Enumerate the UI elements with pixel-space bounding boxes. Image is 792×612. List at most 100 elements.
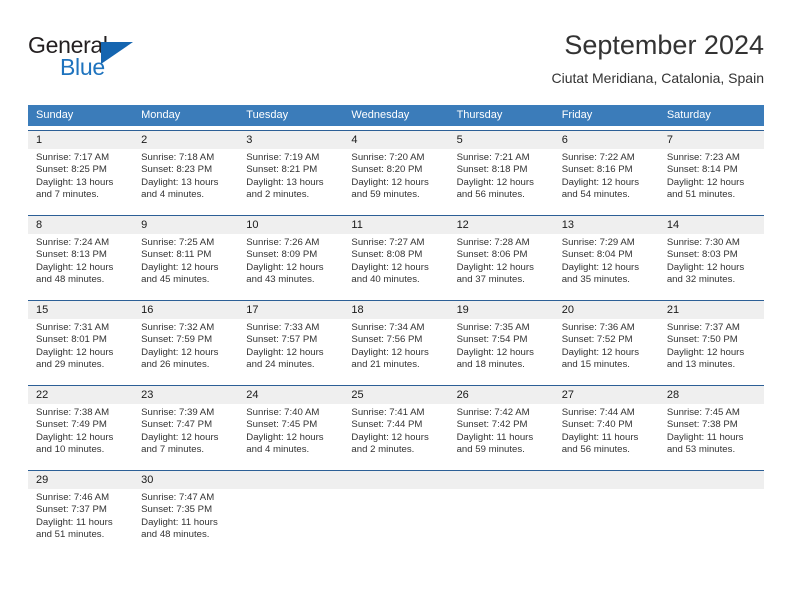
week-detail-band: Sunrise: 7:17 AM Sunset: 8:25 PM Dayligh… [28,149,764,211]
day-cell[interactable]: Sunrise: 7:35 AM Sunset: 7:54 PM Dayligh… [449,319,554,381]
day-cell[interactable]: Sunrise: 7:46 AM Sunset: 7:37 PM Dayligh… [28,489,133,551]
day-number[interactable]: 29 [28,471,133,489]
weekday-header-wednesday: Wednesday [351,109,410,121]
day-cell[interactable]: Sunrise: 7:34 AM Sunset: 7:56 PM Dayligh… [343,319,448,381]
week-row: 22 23 24 25 26 27 28 Sunrise: 7:38 AM Su… [28,385,764,466]
day-number[interactable]: 17 [238,301,343,319]
day-number[interactable]: 16 [133,301,238,319]
day-cell[interactable]: Sunrise: 7:28 AM Sunset: 8:06 PM Dayligh… [449,234,554,296]
day-number[interactable]: 22 [28,386,133,404]
daylight-text: Daylight: 12 hours and 43 minutes. [246,261,324,286]
day-number[interactable]: 12 [449,216,554,234]
daylight-text: Daylight: 12 hours and 7 minutes. [141,431,219,456]
day-number[interactable]: 15 [28,301,133,319]
day-number[interactable]: 19 [449,301,554,319]
day-number[interactable]: 23 [133,386,238,404]
day-number[interactable]: 26 [449,386,554,404]
day-cell[interactable]: Sunrise: 7:17 AM Sunset: 8:25 PM Dayligh… [28,149,133,211]
weekday-header-thursday: Thursday [456,109,503,121]
daylight-text: Daylight: 12 hours and 45 minutes. [141,261,219,286]
week-daynumber-band: 29 30 [28,471,764,489]
day-cell[interactable]: Sunrise: 7:38 AM Sunset: 7:49 PM Dayligh… [28,404,133,466]
day-number[interactable]: 5 [449,131,554,149]
sunset-text: Sunset: 8:20 PM [351,164,423,176]
day-cell[interactable]: Sunrise: 7:29 AM Sunset: 8:04 PM Dayligh… [554,234,659,296]
sunset-text: Sunset: 7:37 PM [36,504,107,516]
day-cell[interactable]: Sunrise: 7:22 AM Sunset: 8:16 PM Dayligh… [554,149,659,211]
day-number[interactable]: 11 [343,216,448,234]
day-number[interactable]: 10 [238,216,343,234]
day-cell[interactable]: Sunrise: 7:23 AM Sunset: 8:14 PM Dayligh… [659,149,764,211]
day-cell[interactable]: Sunrise: 7:31 AM Sunset: 8:01 PM Dayligh… [28,319,133,381]
day-cell[interactable]: Sunrise: 7:19 AM Sunset: 8:21 PM Dayligh… [238,149,343,211]
day-cell[interactable]: Sunrise: 7:40 AM Sunset: 7:45 PM Dayligh… [238,404,343,466]
week-daynumber-band: 8 9 10 11 12 13 14 [28,216,764,234]
sunset-text: Sunset: 7:49 PM [36,419,107,431]
day-cell[interactable]: Sunrise: 7:37 AM Sunset: 7:50 PM Dayligh… [659,319,764,381]
day-number[interactable]: 8 [28,216,133,234]
day-number[interactable]: 14 [659,216,764,234]
sunset-text: Sunset: 7:40 PM [561,419,633,431]
day-number[interactable]: 28 [659,386,764,404]
sunrise-text: Sunrise: 7:17 AM [36,152,110,163]
day-cell[interactable]: Sunrise: 7:25 AM Sunset: 8:11 PM Dayligh… [133,234,238,296]
day-number[interactable]: 24 [238,386,343,404]
page-title: September 2024 [564,30,764,60]
weekday-header-friday: Friday [561,109,593,121]
blue-triangle-icon [101,42,133,64]
day-number[interactable]: 20 [554,301,659,319]
sunset-text: Sunset: 8:11 PM [141,249,212,261]
sunset-text: Sunset: 8:21 PM [246,164,318,176]
day-cell[interactable]: Sunrise: 7:39 AM Sunset: 7:47 PM Dayligh… [133,404,238,466]
daylight-text: Daylight: 11 hours and 51 minutes. [36,516,113,541]
sunrise-text: Sunrise: 7:30 AM [666,237,740,248]
sunrise-text: Sunrise: 7:46 AM [36,492,110,503]
day-number[interactable]: 1 [28,131,133,149]
day-number[interactable]: 25 [343,386,448,404]
day-cell-empty [659,489,764,551]
day-number[interactable]: 21 [659,301,764,319]
day-cell[interactable]: Sunrise: 7:44 AM Sunset: 7:40 PM Dayligh… [554,404,659,466]
day-cell[interactable]: Sunrise: 7:36 AM Sunset: 7:52 PM Dayligh… [554,319,659,381]
day-cell[interactable]: Sunrise: 7:47 AM Sunset: 7:35 PM Dayligh… [133,489,238,551]
day-cell[interactable]: Sunrise: 7:41 AM Sunset: 7:44 PM Dayligh… [343,404,448,466]
day-cell[interactable]: Sunrise: 7:26 AM Sunset: 8:09 PM Dayligh… [238,234,343,296]
weekday-header-row: Sunday Monday Tuesday Wednesday Thursday… [28,105,764,126]
day-number[interactable]: 13 [554,216,659,234]
day-number[interactable]: 3 [238,131,343,149]
day-cell[interactable]: Sunrise: 7:24 AM Sunset: 8:13 PM Dayligh… [28,234,133,296]
sunset-text: Sunset: 8:25 PM [36,164,107,176]
daylight-text: Daylight: 12 hours and 15 minutes. [561,346,640,371]
day-cell[interactable]: Sunrise: 7:21 AM Sunset: 8:18 PM Dayligh… [449,149,554,211]
day-number[interactable]: 4 [343,131,448,149]
day-number[interactable]: 30 [133,471,238,489]
day-number[interactable]: 18 [343,301,448,319]
day-cell[interactable]: Sunrise: 7:18 AM Sunset: 8:23 PM Dayligh… [133,149,238,211]
day-number[interactable]: 6 [554,131,659,149]
day-cell[interactable]: Sunrise: 7:42 AM Sunset: 7:42 PM Dayligh… [449,404,554,466]
day-number[interactable]: 27 [554,386,659,404]
daylight-text: Daylight: 13 hours and 7 minutes. [36,176,114,201]
week-detail-band: Sunrise: 7:31 AM Sunset: 8:01 PM Dayligh… [28,319,764,381]
day-cell[interactable]: Sunrise: 7:32 AM Sunset: 7:59 PM Dayligh… [133,319,238,381]
sunrise-text: Sunrise: 7:29 AM [561,237,635,248]
sunset-text: Sunset: 7:52 PM [561,334,633,346]
page-header: General Blue September 2024 Ciutat Merid… [28,28,764,98]
sunrise-text: Sunrise: 7:22 AM [561,152,635,163]
day-cell[interactable]: Sunrise: 7:30 AM Sunset: 8:03 PM Dayligh… [659,234,764,296]
generalblue-logo[interactable]: General Blue [28,32,208,90]
sunrise-text: Sunrise: 7:42 AM [456,407,530,418]
day-cell[interactable]: Sunrise: 7:27 AM Sunset: 8:08 PM Dayligh… [343,234,448,296]
day-number[interactable]: 9 [133,216,238,234]
week-row: 15 16 17 18 19 20 21 Sunrise: 7:31 AM Su… [28,300,764,381]
sunrise-text: Sunrise: 7:23 AM [666,152,740,163]
day-cell[interactable]: Sunrise: 7:20 AM Sunset: 8:20 PM Dayligh… [343,149,448,211]
day-cell-empty [554,489,659,551]
day-cell[interactable]: Sunrise: 7:45 AM Sunset: 7:38 PM Dayligh… [659,404,764,466]
day-cell-empty [238,489,343,551]
day-number[interactable]: 7 [659,131,764,149]
calendar-grid: Sunday Monday Tuesday Wednesday Thursday… [28,105,764,551]
sunrise-text: Sunrise: 7:44 AM [561,407,635,418]
day-cell[interactable]: Sunrise: 7:33 AM Sunset: 7:57 PM Dayligh… [238,319,343,381]
day-number[interactable]: 2 [133,131,238,149]
